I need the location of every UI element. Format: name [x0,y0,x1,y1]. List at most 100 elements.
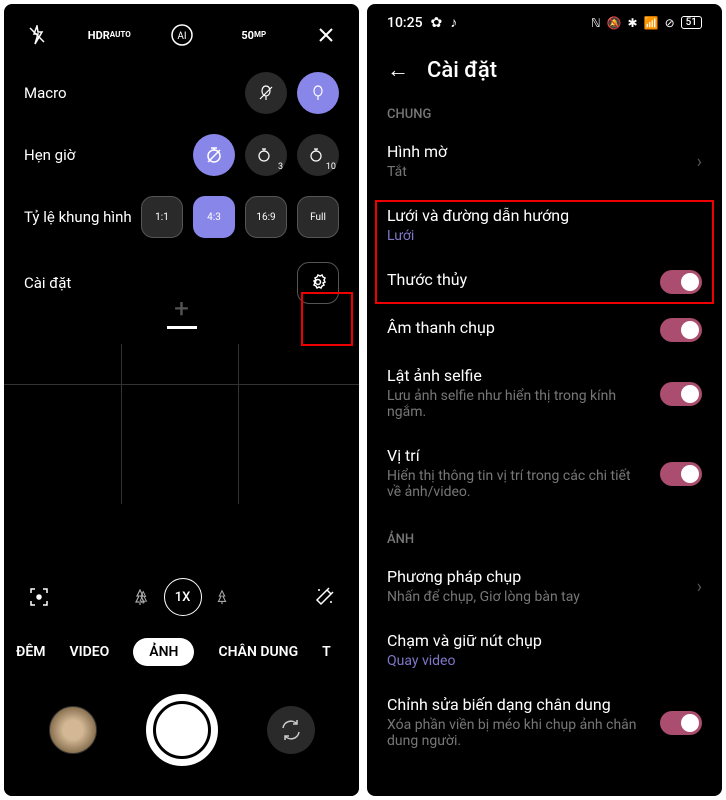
status-right: ℕ 🔕 ✱ 📶 ⊘ 51 [591,16,702,30]
settings-header: ← Cài đặt [367,37,722,99]
fifty-mp-button[interactable]: 50 MP [241,22,267,48]
highlight-settings-box [301,292,353,346]
settings-app-screenshot: 10:25 ✿ ♪ ℕ 🔕 ✱ 📶 ⊘ 51 ← Cài đặt CHUNG H… [367,4,722,796]
camera-bottom-controls: 1X ĐÊM VIDEO ẢNH CHÂN DUNG T [4,568,359,796]
selfie-flip-title: Lật ảnh selfie [387,366,702,385]
timer-row: Hẹn giờ 3 10 [4,124,359,186]
macro-row: Macro [4,62,359,124]
status-left: 10:25 ✿ ♪ [387,14,457,31]
close-icon[interactable] [313,22,339,48]
shutter-sound-toggle[interactable] [660,318,702,342]
zoom-controls: 1X [134,578,230,616]
camera-modes[interactable]: ĐÊM VIDEO ẢNH CHÂN DUNG T [4,626,359,684]
location-title: Vị trí [387,446,702,465]
flip-camera-button[interactable] [267,706,315,754]
portrait-fix-title: Chỉnh sửa biến dạng chân dung [387,695,702,714]
mode-portrait[interactable]: CHÂN DUNG [218,644,298,660]
status-bar: 10:25 ✿ ♪ ℕ 🔕 ✱ 📶 ⊘ 51 [367,4,722,37]
ai-scene-button[interactable]: AI [169,22,195,48]
status-time: 10:25 [387,15,423,31]
composition-grid [4,344,359,504]
selfie-flip-item[interactable]: Lật ảnh selfie Lưu ảnh selfie như hiển t… [367,354,722,434]
location-toggle[interactable] [660,462,702,486]
back-arrow-icon[interactable]: ← [387,57,409,83]
capture-method-title: Phương pháp chụp [387,567,702,586]
timer-10s-button[interactable]: 10 [297,134,339,176]
selfie-flip-sub: Lưu ảnh selfie như hiển thị trong kính n… [387,388,702,420]
tele-tree-icon[interactable] [214,589,230,605]
bluetooth-icon: ✱ [628,16,638,30]
portrait-fix-sub: Xóa phần viền bị méo khi chụp ảnh chân d… [387,717,702,749]
ratio-1-1-button[interactable]: 1:1 [141,196,183,238]
watermark-title: Hình mờ [387,142,702,161]
shutter-sound-item[interactable]: Âm thanh chụp [367,306,722,354]
settings-label: Cài đặt [24,274,71,292]
timer-10s-text: 10 [326,162,336,172]
portrait-fix-toggle[interactable] [660,711,702,735]
dnd-icon: 🔕 [607,16,622,30]
mode-night[interactable]: ĐÊM [16,644,45,660]
watermark-sub: Tắt [387,164,702,180]
level-line [167,326,197,329]
macro-off-button[interactable] [245,72,287,114]
flash-off-icon[interactable] [24,22,50,48]
hold-shutter-sub: Quay video [387,653,702,669]
nfc-icon: ℕ [591,16,601,30]
lens-detect-icon[interactable] [28,586,50,608]
timer-buttons: 3 10 [193,134,339,176]
ratio-4-3-button[interactable]: 4:3 [193,196,235,238]
section-general: CHUNG [367,99,722,130]
ratio-buttons: 1:1 4:3 16:9 Full [141,196,339,238]
selfie-flip-toggle[interactable] [660,382,702,406]
mode-video[interactable]: VIDEO [69,644,109,660]
top-toolbar: HDR AUTO AI 50 MP [4,4,359,62]
gallery-thumbnail[interactable] [49,706,97,754]
chevron-right-icon: › [697,152,702,173]
portrait-fix-item[interactable]: Chỉnh sửa biến dạng chân dung Xóa phần v… [367,683,722,763]
highlight-grid-level-box [375,200,714,304]
settings-title: Cài đặt [427,58,497,83]
ratio-label: Tỷ lệ khung hình [24,208,132,226]
timer-off-button[interactable] [193,134,235,176]
hdr-auto-button[interactable]: HDR AUTO [96,22,122,48]
shutter-row [4,684,359,796]
watermark-item[interactable]: Hình mờ Tắt › [367,130,722,194]
hold-shutter-title: Chạm và giữ nút chụp [387,631,702,650]
location-item[interactable]: Vị trí Hiển thị thông tin vị trí trong c… [367,434,722,514]
hold-shutter-item[interactable]: Chạm và giữ nút chụp Quay video [367,619,722,683]
capture-method-sub: Nhấn để chụp, Giơ lòng bàn tay [387,589,702,605]
aspect-ratio-row: Tỷ lệ khung hình 1:1 4:3 16:9 Full [4,186,359,248]
settings-status-icon: ✿ [431,15,443,31]
wide-tree-icon[interactable] [134,588,152,606]
macro-on-button[interactable] [297,72,339,114]
location-sub: Hiển thị thông tin vị trí trong các chi … [387,468,702,500]
shutter-sound-title: Âm thanh chụp [387,318,702,337]
chevron-right-icon: › [697,577,702,598]
timer-label: Hẹn giờ [24,146,75,164]
zoom-row: 1X [4,568,359,626]
battery-indicator: 51 [681,16,702,29]
section-photo: ẢNH [367,524,722,555]
mode-more[interactable]: T [322,644,331,660]
macro-buttons [245,72,339,114]
camera-app-screenshot: HDR AUTO AI 50 MP Macro Hẹn giờ [4,4,359,796]
timer-3s-button[interactable]: 3 [245,134,287,176]
shutter-button[interactable] [146,694,218,766]
wifi-icon: 📶 [644,16,659,30]
no-sim-icon: ⊘ [665,16,675,30]
zoom-1x-button[interactable]: 1X [164,578,202,616]
mp-text: MP [254,31,266,39]
mode-photo[interactable]: ẢNH [133,638,194,666]
hdr-text: HDR [88,30,110,41]
hdr-sub-text: AUTO [110,31,131,39]
level-cross-icon: + [174,294,189,324]
ratio-16-9-button[interactable]: 16:9 [245,196,287,238]
macro-label: Macro [24,84,67,102]
tiktok-status-icon: ♪ [450,14,457,31]
magic-wand-icon[interactable] [313,586,335,608]
capture-method-item[interactable]: Phương pháp chụp Nhấn để chụp, Giơ lòng … [367,555,722,619]
fifty-text: 50 [241,30,254,41]
timer-3s-text: 3 [278,162,283,172]
svg-text:AI: AI [177,31,186,42]
ratio-full-button[interactable]: Full [297,196,339,238]
